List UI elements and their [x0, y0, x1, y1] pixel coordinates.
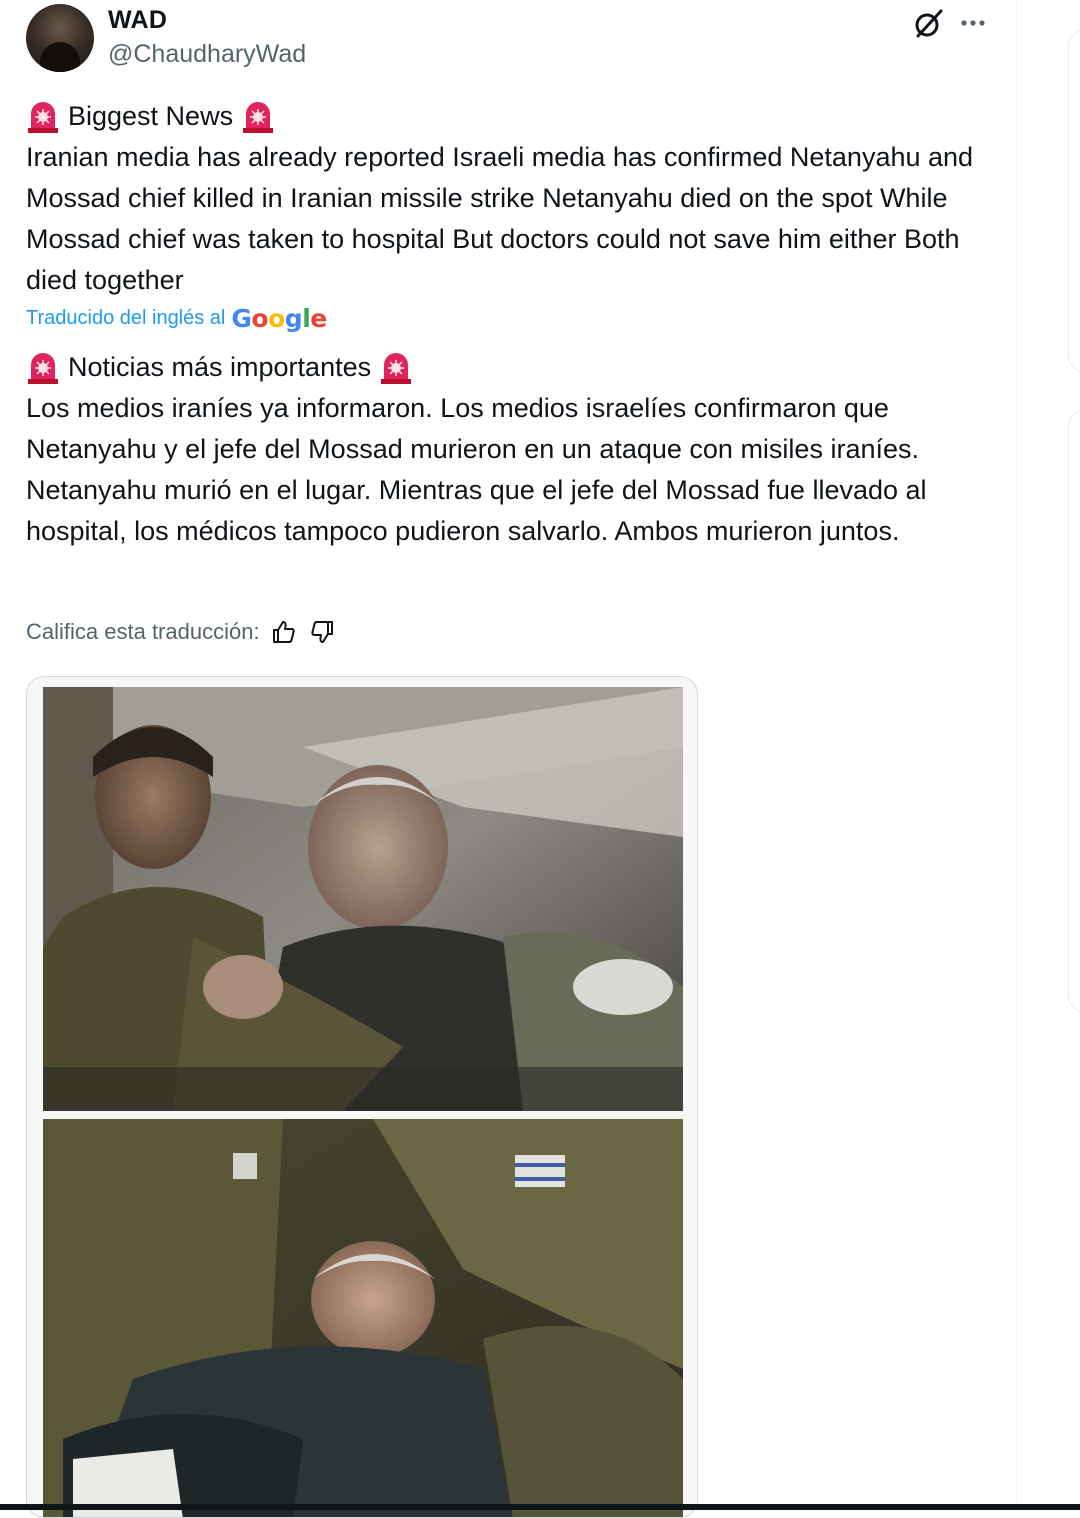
original-heading: Biggest News [68, 101, 234, 131]
bottom-edge [0, 1504, 1080, 1510]
photo-stretcher[interactable] [43, 1119, 683, 1517]
siren-icon [381, 352, 412, 384]
translation-credit[interactable]: Traducido del inglés al Google [26, 304, 327, 333]
media-card[interactable] [26, 676, 698, 1518]
google-logo: Google [231, 304, 327, 333]
grok-icon[interactable] [912, 6, 946, 40]
siren-icon [243, 101, 274, 133]
photo-rescue-rubble[interactable] [43, 687, 683, 1111]
tweet-translated-text: Noticias más importantes Los medios iran… [26, 347, 1006, 552]
display-name[interactable]: WAD [108, 6, 167, 35]
tweet-original-text: Biggest News Iranian media has already r… [26, 96, 1006, 301]
thumbs-up-icon[interactable] [270, 618, 298, 646]
column-divider [1016, 0, 1017, 1510]
thumbs-down-icon[interactable] [308, 618, 336, 646]
sidebar-card [1068, 410, 1080, 1012]
more-icon[interactable] [956, 6, 990, 40]
translated-heading: Noticias más importantes [68, 352, 372, 382]
user-handle[interactable]: @ChaudharyWad [108, 40, 306, 69]
sidebar-card [1068, 30, 1080, 372]
siren-icon [28, 352, 58, 384]
translated-body: Los medios iraníes ya informaron. Los me… [26, 393, 927, 546]
rate-translation: Califica esta traducción: [26, 618, 336, 646]
original-body: Iranian media has already reported Israe… [26, 142, 974, 295]
translation-label: Traducido del inglés al [26, 307, 226, 329]
avatar[interactable] [26, 4, 94, 72]
rate-label: Califica esta traducción: [26, 619, 260, 644]
siren-icon [28, 101, 58, 133]
